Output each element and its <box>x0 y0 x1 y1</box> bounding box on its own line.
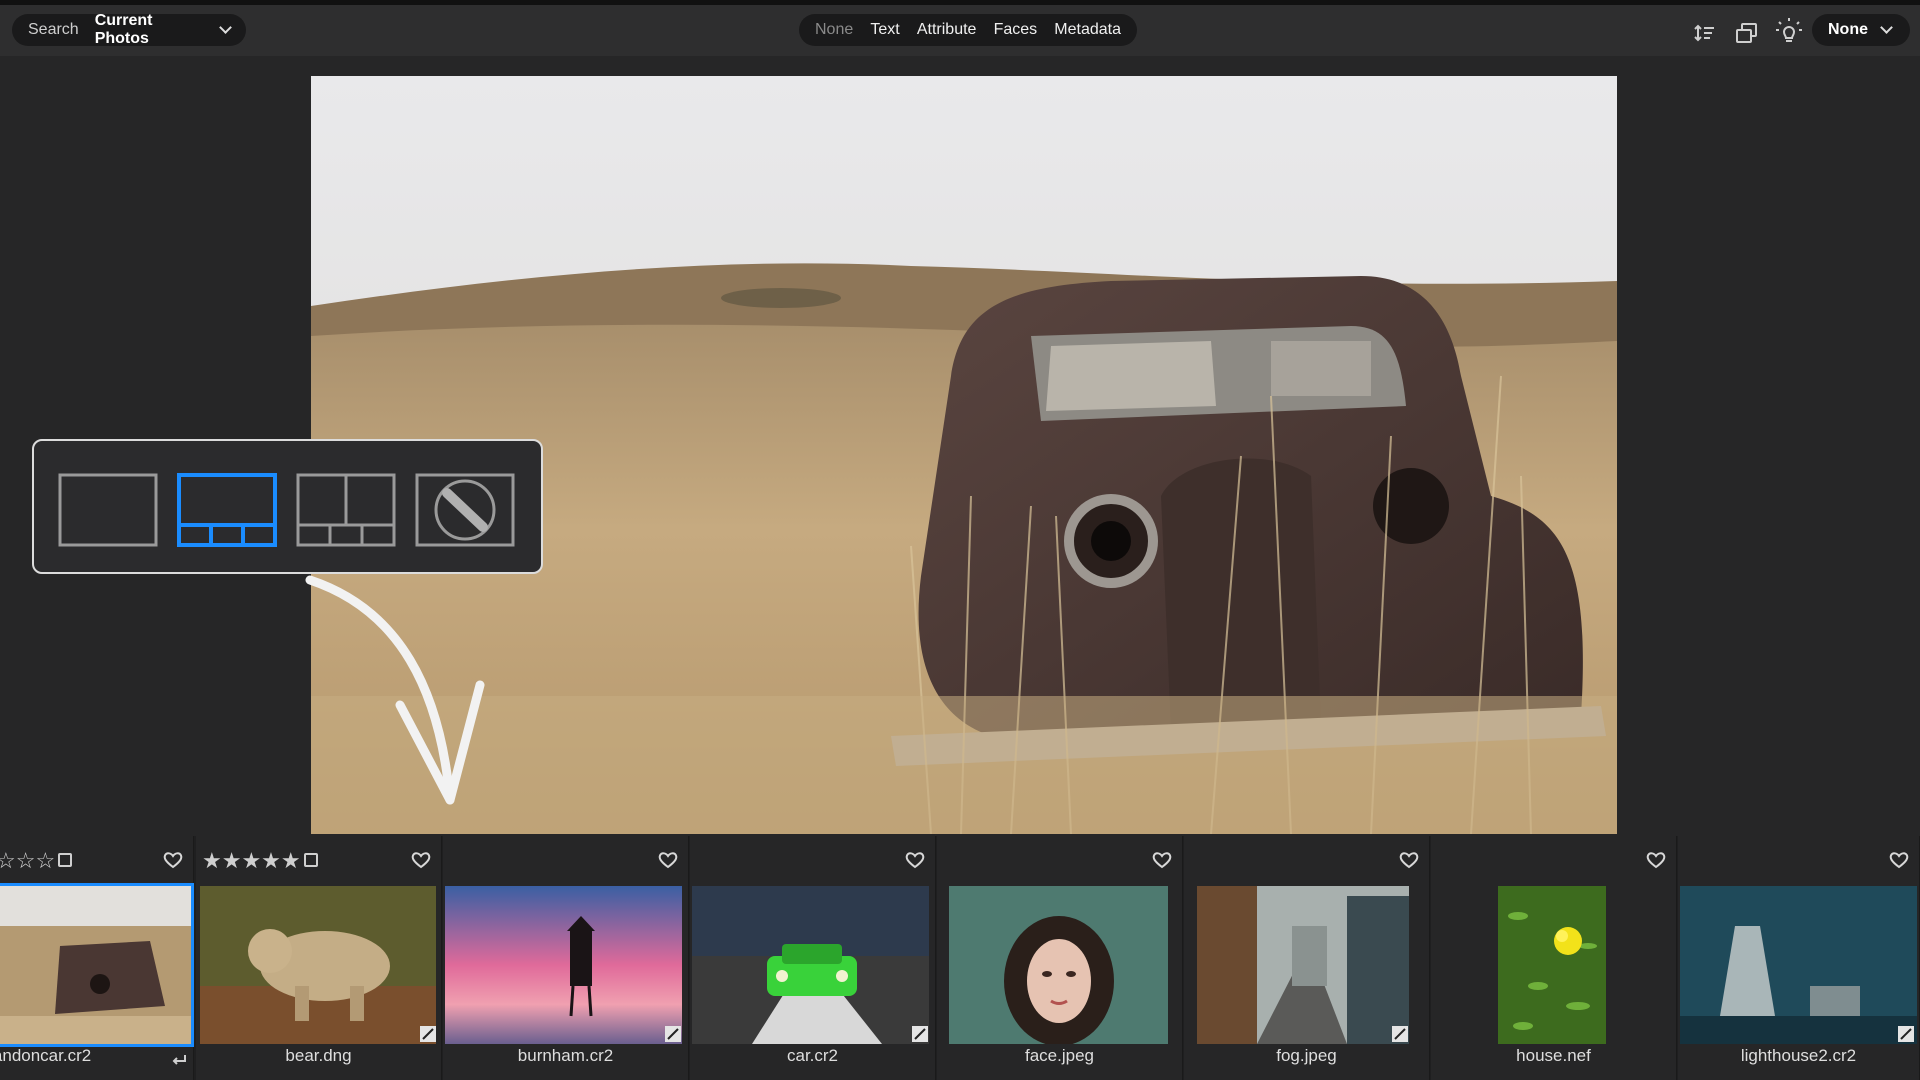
preset-dropdown-value: None <box>1828 21 1868 38</box>
filmstrip-item-header <box>443 836 688 886</box>
filmstrip-item[interactable]: ★★★★★ bear.dng <box>196 836 442 1080</box>
thumbnail-image <box>1197 886 1409 1044</box>
edited-badge-icon <box>1898 1026 1914 1042</box>
filmstrip-item-header <box>1678 836 1919 886</box>
filmstrip-view-icon[interactable] <box>177 473 277 547</box>
filename-label: lighthouse2.cr2 <box>1740 1046 1857 1065</box>
grid-view-icon[interactable] <box>296 473 396 547</box>
filename-label: burnham.cr2 <box>517 1046 614 1065</box>
thumbnail-lighthouse2[interactable] <box>1680 886 1917 1044</box>
thumbnail-house[interactable] <box>1498 886 1606 1044</box>
filmstrip-item[interactable]: burnham.cr2 <box>443 836 689 1080</box>
filmstrip-item-header <box>1431 836 1676 886</box>
thumbnail-image <box>692 886 929 1044</box>
edited-badge-icon <box>665 1026 681 1042</box>
filmstrip-item-header <box>1184 836 1429 886</box>
filename-label: house.nef <box>1516 1046 1591 1065</box>
thumbnail-image <box>1680 886 1917 1044</box>
chevron-down-icon <box>219 21 232 34</box>
flag-checkbox[interactable] <box>304 853 318 867</box>
heart-icon[interactable] <box>905 850 925 870</box>
sort-icon[interactable] <box>1690 18 1720 48</box>
heart-icon[interactable] <box>658 850 678 870</box>
lightbulb-icon[interactable] <box>1774 16 1804 46</box>
filmstrip-item[interactable]: ☆☆☆ abandoncar.cr2 <box>0 836 194 1080</box>
heart-icon[interactable] <box>411 850 431 870</box>
search-scope-dropdown[interactable]: Search Current Photos <box>12 12 246 47</box>
thumbnail-burnham[interactable] <box>445 886 682 1044</box>
revert-icon[interactable] <box>170 1052 188 1068</box>
heart-icon[interactable] <box>1889 850 1909 870</box>
thumbnail-fog[interactable] <box>1197 886 1409 1044</box>
star-rating[interactable]: ☆☆☆ <box>0 848 55 874</box>
flag-checkbox[interactable] <box>58 853 72 867</box>
search-scope-value: Current Photos <box>94 12 153 47</box>
thumbnail-image <box>949 886 1168 1044</box>
filmstrip-item[interactable]: lighthouse2.cr2 <box>1678 836 1920 1080</box>
thumbnail-image <box>445 886 682 1044</box>
view-layout-popup <box>32 439 543 574</box>
heart-icon[interactable] <box>1646 850 1666 870</box>
heart-icon[interactable] <box>1399 850 1419 870</box>
filename-label: car.cr2 <box>786 1046 839 1065</box>
filmstrip-item[interactable]: car.cr2 <box>690 836 936 1080</box>
single-view-icon[interactable] <box>58 473 158 547</box>
filmstrip: ☆☆☆ abandoncar.cr2 ★★★★★ <box>0 836 1920 1080</box>
thumbnail-abandoncar[interactable] <box>0 883 194 1047</box>
edited-badge-icon <box>420 1026 436 1042</box>
photo-browser-app: Search Current Photos None Text Attribut… <box>0 0 1920 1080</box>
search-label: Search <box>28 21 79 38</box>
thumbnail-bear[interactable] <box>200 886 436 1044</box>
heart-icon[interactable] <box>1152 850 1172 870</box>
before-after-view-icon[interactable] <box>415 473 515 547</box>
compare-icon[interactable] <box>1732 18 1762 48</box>
thumbnail-face[interactable] <box>949 886 1168 1044</box>
search-filter-bar: None Text Attribute Faces Metadata <box>799 14 1137 46</box>
filmstrip-item-header: ☆☆☆ <box>0 836 193 886</box>
filter-text[interactable]: Text <box>870 21 899 39</box>
hint-arrow-icon <box>305 575 485 805</box>
thumbnail-image <box>0 886 191 1044</box>
thumbnail-image <box>200 886 436 1044</box>
filter-none[interactable]: None <box>815 21 853 39</box>
top-toolbar: Search Current Photos None Text Attribut… <box>0 0 1920 56</box>
heart-icon[interactable] <box>163 850 183 870</box>
filename-label: face.jpeg <box>1025 1046 1094 1065</box>
filename-label: fog.jpeg <box>1276 1046 1337 1065</box>
chevron-down-icon <box>1880 21 1893 34</box>
thumbnail-car[interactable] <box>692 886 929 1044</box>
filmstrip-item-header: ★★★★★ <box>196 836 441 886</box>
edited-badge-icon <box>1392 1026 1408 1042</box>
filmstrip-item-header <box>690 836 935 886</box>
star-rating[interactable]: ★★★★★ <box>202 848 301 874</box>
preset-dropdown[interactable]: None <box>1812 14 1910 46</box>
filmstrip-item[interactable]: fog.jpeg <box>1184 836 1430 1080</box>
filter-faces[interactable]: Faces <box>994 21 1038 39</box>
thumbnail-image <box>1498 886 1606 1044</box>
filename-label: bear.dng <box>285 1046 352 1065</box>
filter-metadata[interactable]: Metadata <box>1054 21 1121 39</box>
filter-attribute[interactable]: Attribute <box>917 21 977 39</box>
edited-badge-icon <box>912 1026 928 1042</box>
filmstrip-item-header <box>937 836 1182 886</box>
filmstrip-item[interactable]: house.nef <box>1431 836 1677 1080</box>
filmstrip-item[interactable]: face.jpeg <box>937 836 1183 1080</box>
